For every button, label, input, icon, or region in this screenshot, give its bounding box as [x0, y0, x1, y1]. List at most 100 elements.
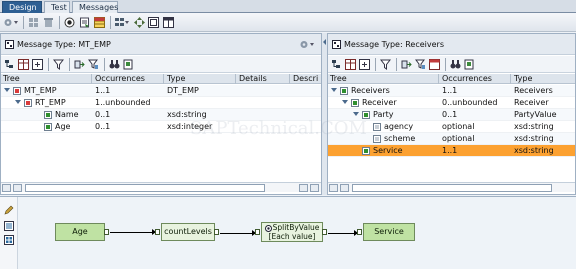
connection-line: [110, 232, 156, 233]
binoculars-icon[interactable]: [450, 59, 461, 70]
zoom-fit-icon[interactable]: [148, 17, 159, 28]
target-pane-toolbar: [328, 56, 575, 73]
mapping-editor: Age countLevels SplitByValue [Each value…: [0, 196, 576, 269]
document-green-icon[interactable]: [123, 59, 134, 70]
table-row[interactable]: RT_EMP 1..unbounded: [1, 97, 321, 109]
filter-result-icon[interactable]: [415, 59, 426, 70]
table-row-selected[interactable]: Service 1..1 xsd:string: [328, 145, 575, 157]
scroll-right-button[interactable]: [13, 184, 22, 192]
table-row[interactable]: Receivers 1..1 Receivers: [328, 85, 575, 97]
scroll-right-button[interactable]: [310, 184, 319, 192]
leaf-node-icon: [373, 135, 381, 143]
layout-dropdown-icon[interactable]: [114, 17, 130, 28]
connection-line: [220, 233, 256, 234]
col-type[interactable]: Type: [514, 74, 532, 84]
col-occurrences[interactable]: Occurrences: [442, 74, 492, 84]
grid-layout-icon[interactable]: [4, 235, 14, 245]
leaf-node-icon: [373, 123, 381, 131]
source-horizontal-scrollbar[interactable]: [1, 182, 321, 192]
table-view-icon[interactable]: [18, 59, 29, 70]
target-table-header: Tree Occurrences Type: [328, 74, 575, 84]
tab-messages[interactable]: Messages: [72, 1, 118, 13]
source-message-pane: Message Type: MT_EMP Tree Occurrences Ty…: [0, 33, 322, 195]
col-details[interactable]: Details: [239, 74, 267, 84]
record-icon[interactable]: [64, 17, 75, 28]
tab-test[interactable]: Test: [44, 1, 70, 13]
target-message-pane: Message Type: Receivers Tree Occurrences…: [327, 33, 576, 195]
assign-icon[interactable]: [74, 59, 85, 70]
source-pane-title-bar: Message Type: MT_EMP: [1, 34, 321, 55]
leaf-node-icon: [362, 147, 370, 155]
input-pin[interactable]: [255, 229, 260, 235]
scroll-right-button[interactable]: [340, 184, 349, 192]
node-icon: [351, 99, 359, 107]
node-icon: [24, 99, 32, 107]
expand-toggle-icon[interactable]: [353, 112, 359, 116]
document-icon[interactable]: [79, 17, 90, 28]
tree-view-icon[interactable]: [4, 59, 15, 70]
scroll-left-button[interactable]: [329, 184, 338, 192]
expand-icon[interactable]: [32, 59, 43, 70]
editor-left-toolbar: [0, 197, 18, 269]
gear-dropdown-icon[interactable]: [3, 17, 19, 28]
scroll-thumb[interactable]: [352, 184, 552, 192]
target-horizontal-scrollbar[interactable]: [328, 182, 575, 192]
node-icon: [340, 87, 348, 95]
tree-view-icon[interactable]: [331, 59, 342, 70]
expand-toggle-icon[interactable]: [4, 88, 10, 92]
main-toolbar: [0, 13, 576, 32]
expand-toggle-icon[interactable]: [342, 100, 348, 104]
col-type[interactable]: Type: [167, 74, 185, 84]
expand-icon[interactable]: [359, 59, 370, 70]
col-tree[interactable]: Tree: [330, 74, 347, 84]
col-occurrences[interactable]: Occurrences: [95, 74, 145, 84]
move-icon[interactable]: [134, 17, 145, 28]
source-pane-toolbar: [1, 56, 321, 73]
table-red-icon[interactable]: [429, 59, 440, 70]
table-icon[interactable]: [94, 17, 105, 28]
source-node-age[interactable]: Age: [55, 223, 105, 241]
function-list-icon[interactable]: [4, 221, 14, 231]
input-pin[interactable]: [357, 229, 362, 235]
col-description[interactable]: Descri: [293, 74, 318, 84]
output-pin[interactable]: [322, 229, 327, 235]
filter-icon[interactable]: [380, 59, 391, 70]
watermark: SAPTechnical.COM: [190, 118, 367, 139]
source-pane-title: Message Type: MT_EMP: [17, 40, 111, 49]
function-splitbyvalue[interactable]: SplitByValue [Each value]: [261, 222, 323, 242]
scroll-thumb[interactable]: [25, 184, 265, 192]
target-pane-title: Message Type: Receivers: [344, 40, 444, 49]
pane-settings-icon[interactable]: [299, 39, 315, 50]
target-node-service[interactable]: Service: [363, 223, 415, 241]
filter-icon[interactable]: [53, 59, 64, 70]
target-pane-title-bar: Message Type: Receivers: [328, 34, 575, 55]
col-tree[interactable]: Tree: [3, 74, 20, 84]
leaf-node-icon: [44, 111, 52, 119]
scroll-left-button[interactable]: [2, 184, 11, 192]
output-pin[interactable]: [214, 229, 219, 235]
document-green-icon[interactable]: [464, 59, 475, 70]
assign-icon[interactable]: [401, 59, 412, 70]
binoculars-icon[interactable]: [109, 59, 120, 70]
function-countlevels[interactable]: countLevels: [161, 223, 215, 241]
table-view-icon[interactable]: [345, 59, 356, 70]
table-row[interactable]: MT_EMP 1..1 DT_EMP: [1, 85, 321, 97]
source-table-header: Tree Occurrences Type Details Descri: [1, 74, 321, 84]
tab-design[interactable]: Design: [2, 1, 42, 13]
grid-icon[interactable]: [28, 17, 39, 28]
leaf-node-icon: [44, 123, 52, 131]
expand-toggle-icon[interactable]: [331, 88, 337, 92]
expand-toggle-icon[interactable]: [15, 100, 21, 104]
message-type-icon: [332, 40, 341, 49]
message-type-icon: [5, 40, 14, 49]
input-pin[interactable]: [155, 229, 160, 235]
pencil-icon[interactable]: [4, 205, 14, 215]
scroll-left-button[interactable]: [299, 184, 308, 192]
node-icon: [13, 87, 21, 95]
tab-bar: Design Test Messages: [0, 0, 576, 13]
filter-result-icon[interactable]: [88, 59, 99, 70]
window-icon[interactable]: [163, 17, 174, 28]
table-row[interactable]: Receiver 0..unbounded Receiver: [328, 97, 575, 109]
output-pin[interactable]: [104, 229, 109, 235]
trash-icon[interactable]: [43, 17, 54, 28]
